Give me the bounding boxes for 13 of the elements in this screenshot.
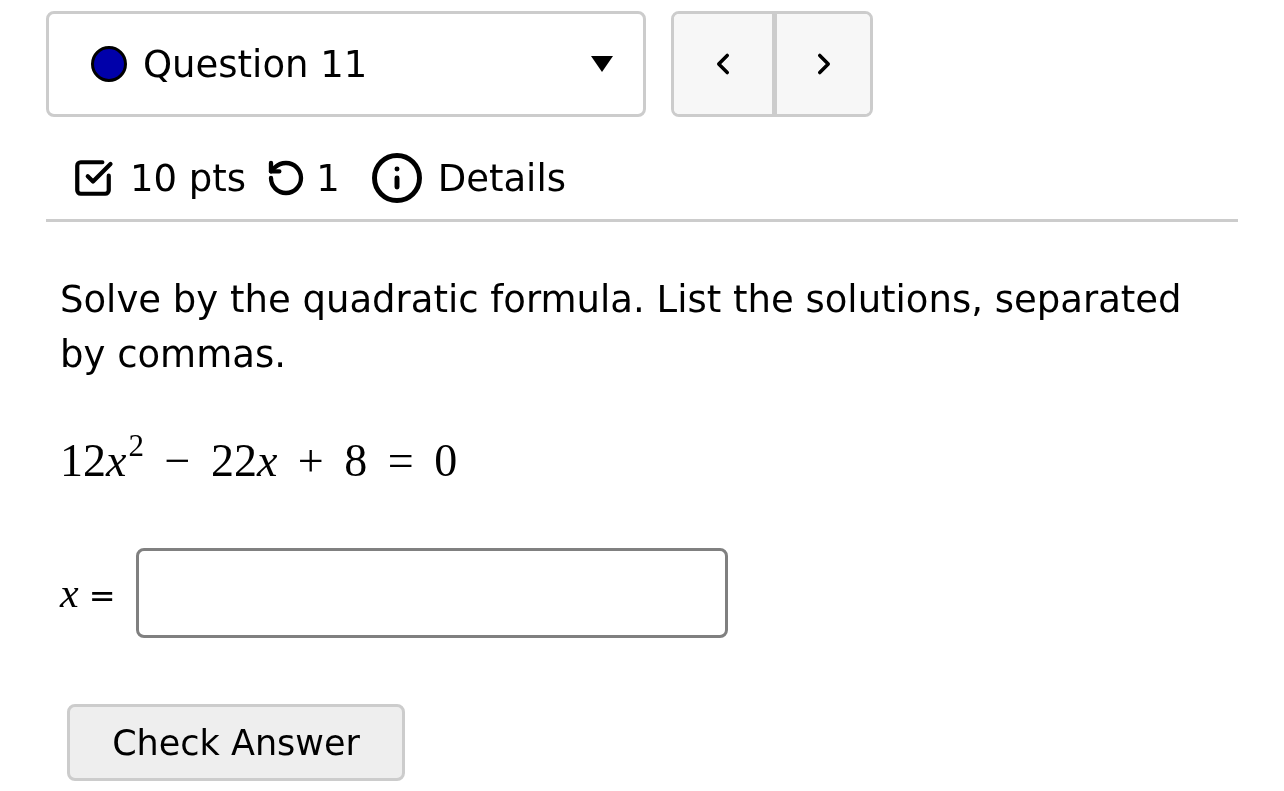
attempts-count: 1 — [316, 159, 340, 197]
question-text: Solve by the quadratic formula. List the solutions, separated by commas. — [60, 277, 1183, 378]
next-button[interactable] — [772, 14, 870, 114]
answer-label: x = — [60, 569, 116, 617]
info-icon — [369, 151, 424, 205]
previous-button[interactable] — [674, 14, 772, 114]
answer-input[interactable] — [135, 548, 728, 638]
checkbox-icon — [72, 157, 114, 199]
caret-icon — [591, 56, 613, 72]
check-answer-button[interactable]: Check Answer — [67, 704, 405, 781]
details-link[interactable]: Details — [369, 151, 566, 205]
question-dropdown[interactable]: Question 11 — [46, 11, 646, 117]
points-text: 10 pts — [130, 159, 247, 197]
